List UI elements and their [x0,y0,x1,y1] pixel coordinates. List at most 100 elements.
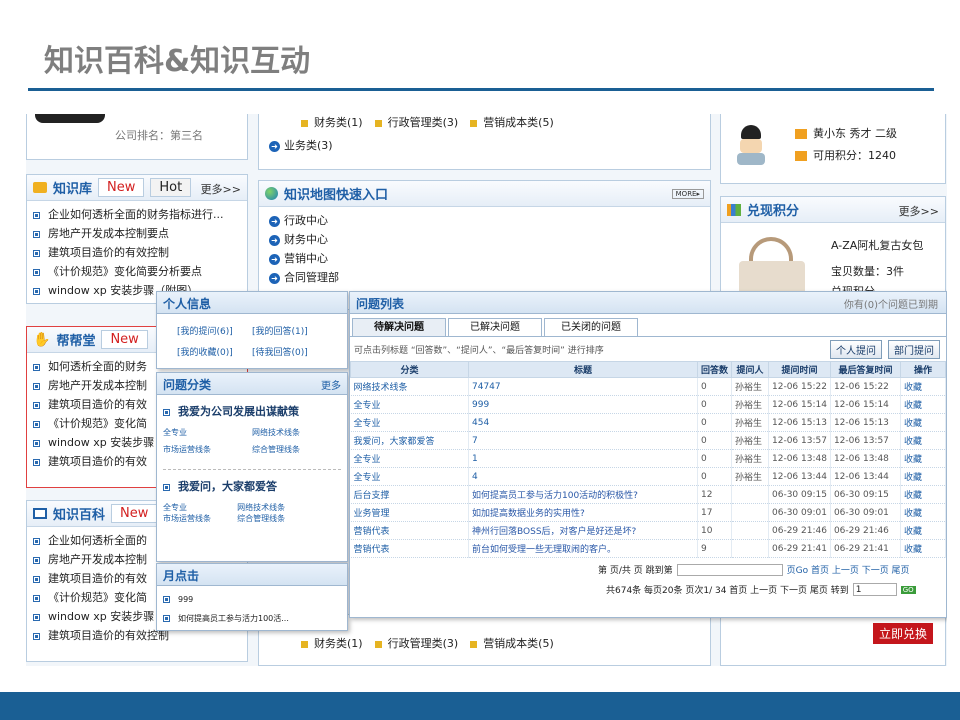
category-link[interactable]: 综合管理线条 [252,444,341,455]
cell-title[interactable]: 74747 [468,377,698,396]
cell-title[interactable]: 神州行回落BOSS后，对客户是好还是坏? [468,521,698,540]
tab-new[interactable]: New [98,178,145,197]
tab-closed[interactable]: 已关闭的问题 [544,318,638,336]
table-row[interactable]: 营销代表 前台如何受理一些无理取闹的客户。 9 06-29 21:41 06-29 21… [350,539,947,558]
pager-summary: 共674条 每页20条 页次1/ 34 首页 上一页 下一页 尾页 转到 [606,586,849,596]
favorite-link[interactable]: 收藏 [900,521,947,540]
cat-item[interactable]: 财务类(1) [301,635,363,651]
cell-answers: 9 [697,539,732,558]
question-category-popup: 问题分类 更多 我爱为公司发展出谋献策 全专业 网络技术线条 市场运营线条 综合管… [156,372,348,562]
map-item[interactable]: ➜ 财务中心 [269,230,704,249]
list-item[interactable]: 房地产开发成本控制要点 [33,224,241,243]
my-favorites-link[interactable]: [我的收藏(0)] [177,345,252,358]
tab-pending[interactable]: 待解决问题 [352,318,446,336]
pager-links[interactable]: 页Go 首页 上一页 下一页 尾页 [787,563,910,576]
more-link[interactable]: 更多>> [201,181,241,197]
favorite-link[interactable]: 收藏 [900,467,947,486]
favorite-link[interactable]: 收藏 [900,485,947,504]
category-link[interactable]: 全专业 [163,427,252,438]
table-row[interactable]: 全专业 1 0 孙裕生 12-06 13:48 12-06 13:48 收藏 [350,449,947,468]
cat-item[interactable]: 行政管理类(3) [374,114,458,130]
page-jump-input[interactable] [676,563,783,576]
category-link[interactable]: 综合管理线条 [237,513,341,524]
cell-ask-time: 06-29 21:46 [768,521,831,540]
cell-title[interactable]: 999 [468,395,698,414]
col-answers[interactable]: 回答数 [697,361,732,378]
favorite-link[interactable]: 收藏 [900,395,947,414]
personal-ask-button[interactable]: 个人提问 [830,340,882,359]
cell-title[interactable]: 如加提高数据业务的实用性? [468,503,698,522]
favorite-link[interactable]: 收藏 [900,539,947,558]
tab-resolved[interactable]: 已解决问题 [448,318,542,336]
cell-title[interactable]: 前台如何受理一些无理取闹的客户。 [468,539,698,558]
my-answers-link[interactable]: [我的回答(1)] [252,324,327,337]
exchange-button[interactable]: 立即兑换 [873,623,934,644]
map-item[interactable]: ➜ 行政中心 [269,211,704,230]
list-item[interactable]: 企业如何透析全面的财务指标进行... [33,205,241,224]
more-badge[interactable]: MORE▸ [671,189,704,199]
pending-answers-link[interactable]: [待我回答(0)] [252,345,327,358]
category-link[interactable]: 全专业 [163,502,237,513]
table-row[interactable]: 后台支撑 如何提高员工参与活力100活动的积极性? 12 06-30 09:15 06-… [350,485,947,504]
cell-category: 营销代表 [350,521,469,540]
business-link[interactable]: ➜ 业务类(3) [269,137,333,153]
cat-item[interactable]: 财务类(1) [301,114,363,130]
table-row[interactable]: 全专业 999 0 孙裕生 12-06 15:14 12-06 15:14 收藏 [350,395,947,414]
page-number-input[interactable]: 1 [852,583,897,596]
map-item[interactable]: ➜ 营销中心 [269,249,704,268]
col-last-reply[interactable]: 最后答复时间 [829,361,901,378]
table-row[interactable]: 网络技术线条 74747 0 孙裕生 12-06 15:22 12-06 15:22 收藏 [350,377,947,396]
cell-last-reply: 06-29 21:46 [830,521,901,540]
tab-hot[interactable]: Hot [150,178,192,197]
cat-item[interactable]: 营销成本类(5) [470,114,554,130]
category-link[interactable]: 网络技术线条 [237,502,341,513]
col-asker[interactable]: 提问人 [731,361,769,378]
table-row[interactable]: 我爱问，大家都爱答 7 0 孙裕生 12-06 13:57 12-06 13:57 收藏 [350,431,947,450]
go-button[interactable]: GO [900,585,916,594]
category-link[interactable]: 市场运营线条 [163,513,237,524]
tab-new[interactable]: New [101,330,148,349]
table-row[interactable]: 业务管理 如加提高数据业务的实用性? 17 06-30 09:01 06-30 09:0… [350,503,947,522]
map-item[interactable]: ➜ 合同管理部 [269,268,704,287]
cell-title[interactable]: 7 [468,431,698,450]
group-title[interactable]: 我爱问，大家都爱答 [178,480,277,493]
favorite-link[interactable]: 收藏 [900,413,947,432]
cell-category: 全专业 [350,395,469,414]
tab-new[interactable]: New [111,504,158,523]
favorite-link[interactable]: 收藏 [900,449,947,468]
col-ask-time[interactable]: 提问时间 [768,361,831,378]
category-link[interactable]: 市场运营线条 [163,444,252,455]
my-questions-link[interactable]: [我的提问(6)] [177,324,252,337]
department-ask-button[interactable]: 部门提问 [888,340,940,359]
table-row[interactable]: 全专业 454 0 孙裕生 12-06 15:13 12-06 15:13 收藏 [350,413,947,432]
cell-category: 后台支撑 [350,485,469,504]
cat-item[interactable]: 行政管理类(3) [374,635,458,651]
cell-category: 全专业 [350,449,469,468]
cell-ask-time: 06-29 21:41 [768,539,831,558]
cat-item[interactable]: 营销成本类(5) [470,635,554,651]
more-link[interactable]: 更多 [321,377,341,392]
group-title[interactable]: 我爱为公司发展出谋献策 [178,405,299,418]
avatar [735,125,767,165]
favorite-link[interactable]: 收藏 [900,431,947,450]
cell-title[interactable]: 如何提高员工参与活力100活动的积极性? [468,485,698,504]
favorite-link[interactable]: 收藏 [900,503,947,522]
cell-title[interactable]: 1 [468,449,698,468]
list-item[interactable]: 999 [163,590,341,609]
table-row[interactable]: 营销代表 神州行回落BOSS后，对客户是好还是坏? 10 06-29 21:46 06-… [350,521,947,540]
panel-title: 知识地图快速入口 [284,188,389,203]
cell-title[interactable]: 454 [468,413,698,432]
favorite-link[interactable]: 收藏 [900,377,947,396]
cell-title[interactable]: 4 [468,467,698,486]
product-name[interactable]: A-ZA阿札复古女包 [831,237,923,253]
list-item[interactable]: 如何提高员工参与活力100活... [163,609,341,628]
list-item[interactable]: 建筑项目造价的有效控制 [33,243,241,262]
col-title[interactable]: 标题 [468,361,698,378]
popup-title: 问题分类 [163,378,212,392]
category-link[interactable]: 网络技术线条 [252,427,341,438]
list-item[interactable]: 《计价规范》变化简要分析要点 [33,262,241,281]
panel-title: 兑现积分 [747,204,800,219]
table-row[interactable]: 全专业 4 0 孙裕生 12-06 13:44 12-06 13:44 收藏 [350,467,947,486]
more-link[interactable]: 更多>> [899,203,939,219]
col-category[interactable]: 分类 [350,361,469,378]
